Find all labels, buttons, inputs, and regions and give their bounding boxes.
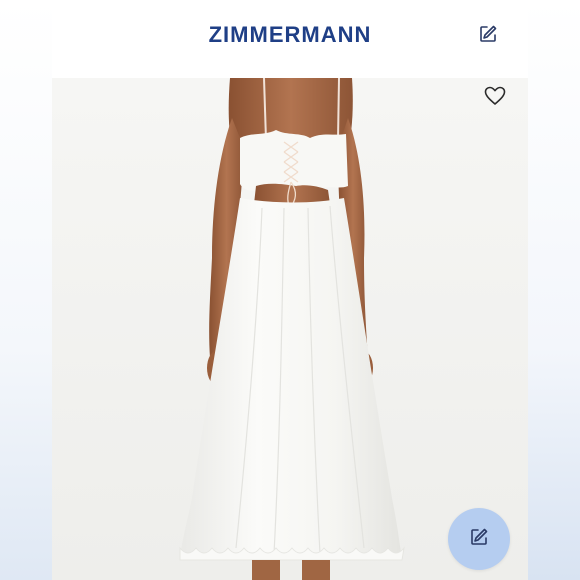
edit-icon[interactable] — [478, 24, 498, 44]
edit-button[interactable] — [448, 508, 510, 570]
right-margin — [528, 0, 580, 580]
left-margin — [0, 0, 52, 580]
dress-illustration — [52, 78, 528, 580]
edit-icon — [469, 527, 489, 552]
brand-logo-text[interactable]: ZIMMERMANN — [52, 22, 528, 48]
heart-icon[interactable] — [484, 86, 506, 106]
product-image[interactable] — [52, 78, 528, 580]
header: ZIMMERMANN — [52, 0, 528, 78]
